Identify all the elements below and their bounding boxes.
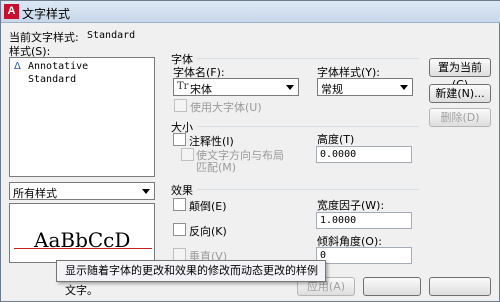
style-filter-select[interactable]: 所有样式 [9, 182, 155, 200]
delete-button[interactable]: 删除(D) [429, 108, 491, 127]
oblique-input[interactable]: 0 [316, 247, 412, 264]
chevron-down-icon [142, 189, 150, 194]
height-label: 高度(T) [317, 133, 355, 146]
preview-baseline [14, 248, 152, 249]
autocad-icon: A [4, 4, 19, 19]
chevron-down-icon [286, 85, 294, 90]
font-name-value: 宋体 [190, 83, 212, 96]
effects-group-divider [197, 189, 419, 190]
effects-group-label: 效果 [171, 184, 193, 197]
list-item-label: Standard [28, 74, 77, 85]
upside-down-label: 颠倒(E) [189, 200, 227, 213]
upside-down-checkbox[interactable] [173, 198, 186, 211]
preview-box: AaBbCcD [9, 203, 155, 263]
height-input[interactable]: 0.0000 [316, 146, 412, 163]
font-style-value: 常规 [321, 83, 343, 96]
width-factor-label: 宽度因子(W): [317, 199, 385, 212]
backwards-label: 反向(K) [189, 225, 227, 238]
annotative-icon: Δ [14, 61, 21, 72]
text-style-dialog: A 文字样式 当前文字样式: Standard 样式(S): Δ Annotat… [0, 0, 500, 302]
chevron-down-icon [400, 85, 408, 90]
width-factor-input[interactable]: 1.0000 [316, 212, 412, 229]
match-orientation-label-2: 匹配(M) [196, 161, 237, 174]
styles-list[interactable]: Δ Annotative Standard [9, 57, 155, 177]
backwards-checkbox[interactable] [173, 223, 186, 236]
title-bar: A 文字样式 [1, 1, 500, 23]
new-button[interactable]: 新建(N)... [429, 84, 491, 103]
style-filter-value: 所有样式 [13, 187, 57, 200]
preview-tooltip: 显示随着字体的更改和效果的修改而动态更改的样例文字。 [56, 260, 326, 297]
current-style-value: Standard [87, 30, 136, 41]
match-orientation-checkbox[interactable] [181, 148, 194, 161]
font-group-divider [197, 58, 419, 59]
truetype-icon: Tr [177, 81, 189, 92]
big-font-label: 使用大字体(U) [190, 101, 262, 114]
size-group-divider [197, 126, 419, 127]
window-title: 文字样式 [22, 7, 71, 21]
close-button[interactable] [363, 277, 421, 296]
list-item-label: Annotative [28, 61, 89, 72]
set-current-button[interactable]: 置为当前(C) [429, 58, 491, 91]
help-button[interactable] [429, 277, 491, 296]
annotative-checkbox[interactable] [173, 133, 186, 146]
big-font-checkbox[interactable] [174, 99, 187, 112]
font-name-select[interactable]: Tr 宋体 [173, 78, 299, 96]
font-style-select[interactable]: 常规 [317, 78, 413, 96]
